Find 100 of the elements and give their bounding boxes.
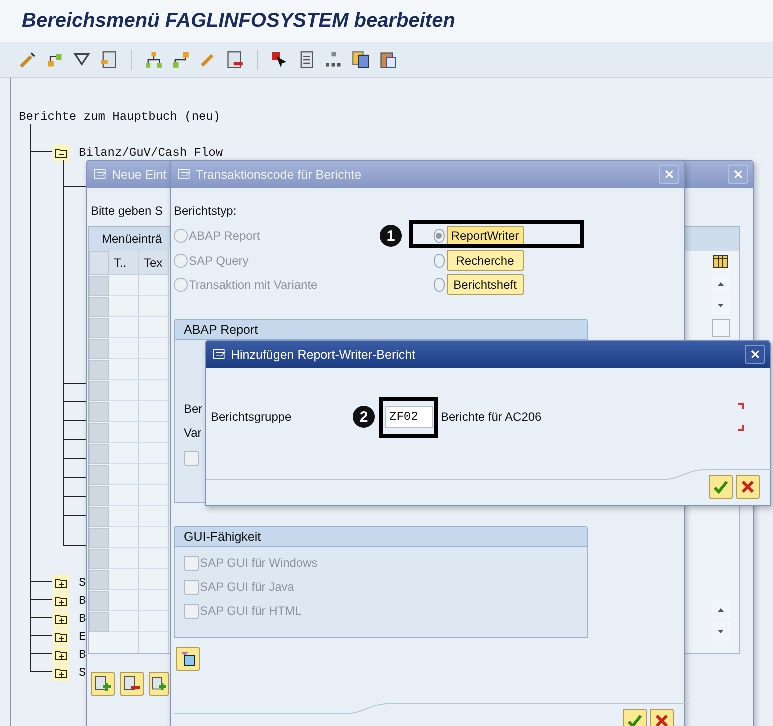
- funnel-icon: [73, 50, 91, 68]
- radio-label: SAP Query: [189, 254, 249, 268]
- toolbar-button[interactable]: [325, 50, 343, 68]
- toolbar-button[interactable]: [379, 50, 397, 68]
- radio-button[interactable]: [434, 229, 445, 243]
- callout-badge: 2: [353, 406, 375, 428]
- toolbar-button[interactable]: [298, 50, 316, 68]
- node-tree-icon: [325, 50, 343, 68]
- scroll-down-button[interactable]: [712, 623, 730, 641]
- cancel-button[interactable]: [736, 475, 760, 499]
- field-label: Ber: [184, 402, 203, 418]
- folder-icon[interactable]: [53, 665, 69, 681]
- radio-button[interactable]: [434, 278, 445, 292]
- bracket-mark: [738, 425, 744, 431]
- window-title: Bereichsmenü FAGLINFOSYSTEM bearbeiten: [22, 10, 456, 32]
- callout-badge: 1: [380, 225, 402, 247]
- close-icon: [664, 169, 674, 180]
- toolbar-button[interactable]: [73, 50, 91, 68]
- tree-root-label: Berichte zum Hauptbuch (neu): [19, 110, 221, 124]
- dialog-icon: [177, 168, 192, 181]
- input-field[interactable]: ZF02: [384, 406, 432, 428]
- scroll-up-button[interactable]: [712, 275, 730, 293]
- radio-label: Transaktion mit Variante: [189, 278, 318, 292]
- checkbox-label: SAP GUI für Windows: [200, 556, 318, 570]
- delete-row-button[interactable]: [120, 672, 144, 696]
- confirm-button[interactable]: [709, 475, 733, 499]
- field-label: Var: [184, 426, 202, 442]
- tree-item-label[interactable]: B: [79, 648, 86, 662]
- tree-item-label[interactable]: S: [79, 576, 86, 590]
- tree-item-label[interactable]: B: [79, 612, 86, 626]
- close-icon: [732, 169, 744, 180]
- document-icon: [298, 50, 316, 68]
- close-icon: [740, 479, 756, 495]
- toolbar-button[interactable]: [352, 50, 370, 68]
- dialog-icon: [93, 168, 108, 181]
- folder-icon[interactable]: [53, 629, 69, 645]
- field-description: Berichte für AC206: [441, 410, 542, 424]
- funnel-box-icon: [180, 651, 196, 667]
- close-icon: [654, 713, 670, 726]
- folder-icon[interactable]: [53, 647, 69, 663]
- radio-button[interactable]: [434, 254, 445, 268]
- clipboard-icon: [379, 50, 397, 68]
- group-title: ABAP Report: [175, 320, 587, 340]
- wand-icon: [19, 50, 37, 68]
- report-type-button[interactable]: ReportWriter: [446, 226, 524, 246]
- up-arrow-icon: [716, 280, 726, 288]
- tree-down-icon: [145, 50, 163, 68]
- add-row-button[interactable]: [149, 672, 169, 696]
- down-arrow-icon: [716, 628, 726, 636]
- document-minus-icon: [226, 50, 244, 68]
- document-minus-icon: [124, 676, 140, 692]
- column-settings-button[interactable]: [712, 253, 730, 271]
- tree-up-icon: [172, 50, 190, 68]
- tree-item-label[interactable]: Bilanz/GuV/Cash Flow: [79, 146, 224, 160]
- dialog-title: Neue Eint: [112, 168, 167, 182]
- column-header[interactable]: T..: [109, 251, 138, 275]
- checkmark-icon: [627, 713, 643, 726]
- toolbar-button[interactable]: [226, 50, 244, 68]
- cancel-button[interactable]: [650, 709, 674, 726]
- scroll-up-button[interactable]: [712, 601, 730, 619]
- up-arrow-icon: [716, 606, 726, 614]
- folder-icon[interactable]: [53, 593, 69, 609]
- folder-icon[interactable]: [53, 575, 69, 591]
- columns-icon: [713, 254, 729, 270]
- toolbar-button[interactable]: [172, 50, 190, 68]
- report-type-button[interactable]: Berichtsheft: [446, 274, 524, 295]
- cursor-icon: [271, 50, 289, 68]
- report-type-button[interactable]: Recherche: [446, 250, 524, 271]
- checkbox-label: SAP GUI für HTML: [200, 604, 302, 618]
- toolbar-button[interactable]: [271, 50, 289, 68]
- dialog-icon: [212, 348, 227, 361]
- scroll-down-button[interactable]: [712, 297, 730, 315]
- toolbar-button[interactable]: [145, 50, 163, 68]
- close-icon: [750, 349, 760, 360]
- document-plus-icon: [152, 676, 166, 692]
- copy-icon: [352, 50, 370, 68]
- prompt-text: Bitte geben S: [91, 204, 164, 220]
- folder-icon[interactable]: [53, 611, 69, 627]
- tree-item-label[interactable]: B: [79, 594, 86, 608]
- radio-label: ABAP Report: [189, 229, 260, 243]
- close-button[interactable]: [745, 345, 765, 364]
- filter-button[interactable]: [176, 647, 200, 671]
- checkbox-label: SAP GUI für Java: [200, 580, 294, 594]
- checkmark-icon: [713, 479, 729, 495]
- column-header[interactable]: Tex: [139, 251, 168, 275]
- dialog-title: Transaktionscode für Berichte: [196, 168, 362, 182]
- group-title: GUI-Fähigkeit: [175, 527, 587, 547]
- add-row-button[interactable]: [91, 672, 115, 696]
- tree-item-label[interactable]: E: [79, 630, 86, 644]
- scroll-thumb[interactable]: [712, 319, 730, 337]
- bracket-mark: [738, 403, 744, 409]
- dialog-title: Hinzufügen Report-Writer-Bericht: [231, 348, 416, 362]
- confirm-button[interactable]: [623, 709, 647, 726]
- field-label: Berichtstyp:: [174, 204, 237, 218]
- toolbar-button[interactable]: [100, 50, 118, 68]
- down-arrow-icon: [716, 302, 726, 310]
- document-plus-icon: [95, 676, 111, 692]
- tree-item-label[interactable]: S: [79, 666, 86, 680]
- field-label: Berichtsgruppe: [211, 410, 293, 424]
- folder-icon[interactable]: [53, 145, 69, 161]
